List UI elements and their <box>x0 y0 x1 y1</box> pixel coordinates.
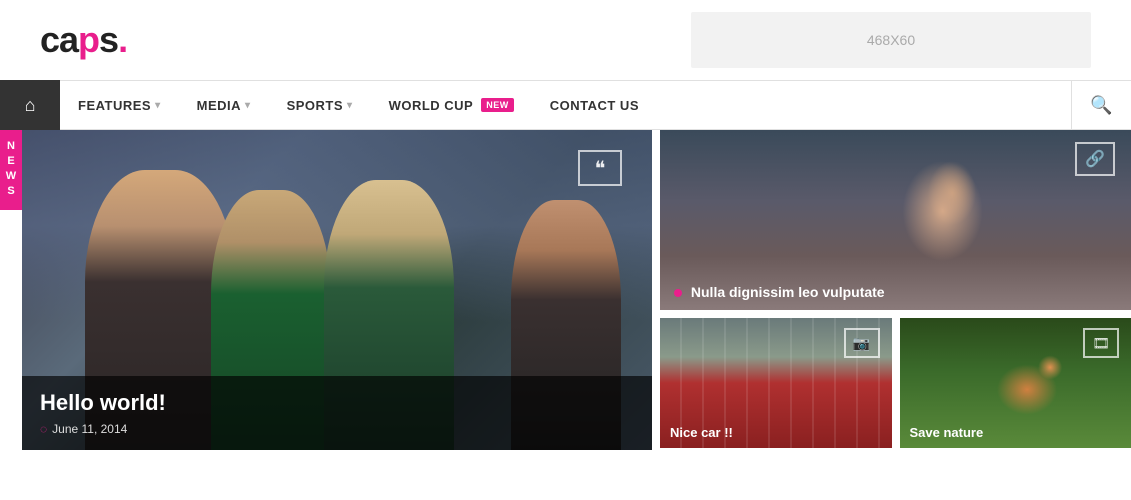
quote-icon: ❝ <box>578 150 622 186</box>
main-image[interactable]: ❝ Hello world! ◌ June 11, 2014 <box>22 130 652 450</box>
right-top-caption: Nulla dignissim leo vulputate <box>674 284 885 300</box>
search-button[interactable]: 🔍 <box>1071 80 1131 130</box>
chevron-down-icon: ▾ <box>245 100 251 111</box>
nav-item-features[interactable]: FEATURES ▾ <box>60 80 179 130</box>
home-icon: ⌂ <box>25 95 36 116</box>
chevron-down-icon: ▾ <box>347 100 353 111</box>
right-panel: 🔗 Nulla dignissim leo vulputate 📷 Nice c… <box>660 130 1131 450</box>
logo[interactable]: caps. <box>40 19 127 61</box>
car-caption: Nice car !! <box>670 425 733 440</box>
navbar: ⌂ FEATURES ▾ MEDIA ▾ SPORTS ▾ WORLD CUP … <box>0 80 1131 130</box>
main-title: Hello world! <box>40 390 634 416</box>
nav-item-media[interactable]: MEDIA ▾ <box>179 80 269 130</box>
main-caption: Hello world! ◌ June 11, 2014 <box>22 376 652 450</box>
chevron-down-icon: ▾ <box>155 100 161 111</box>
content-area: NEWS ❝ Hello world! ◌ June 11, 2014 🔗 <box>0 130 1131 450</box>
nav-item-contact[interactable]: CONTACT US <box>532 80 657 130</box>
nav-item-sports[interactable]: SPORTS ▾ <box>269 80 371 130</box>
header: caps. 468X60 <box>0 0 1131 80</box>
nature-image[interactable]: 🎞 Save nature <box>900 318 1131 448</box>
right-bottom-images: 📷 Nice car !! 🎞 Save nature <box>660 318 1131 448</box>
link-icon[interactable]: 🔗 <box>1075 142 1115 176</box>
nav-home-button[interactable]: ⌂ <box>0 80 60 130</box>
nature-caption: Save nature <box>910 425 984 440</box>
clock-icon: ◌ <box>40 422 47 436</box>
main-date: ◌ June 11, 2014 <box>40 422 634 436</box>
woman-portrait-bg <box>660 130 1131 310</box>
red-dot <box>674 289 682 297</box>
search-icon: 🔍 <box>1090 95 1112 116</box>
news-tag: NEWS <box>0 130 22 210</box>
nav-item-worldcup[interactable]: WORLD CUP NEW <box>371 80 532 130</box>
ad-banner: 468X60 <box>691 12 1091 68</box>
camera-icon[interactable]: 📷 <box>844 328 880 358</box>
film-icon[interactable]: 🎞 <box>1083 328 1119 358</box>
right-top-image[interactable]: 🔗 Nulla dignissim leo vulputate <box>660 130 1131 310</box>
new-badge: NEW <box>481 98 514 112</box>
car-image[interactable]: 📷 Nice car !! <box>660 318 892 448</box>
